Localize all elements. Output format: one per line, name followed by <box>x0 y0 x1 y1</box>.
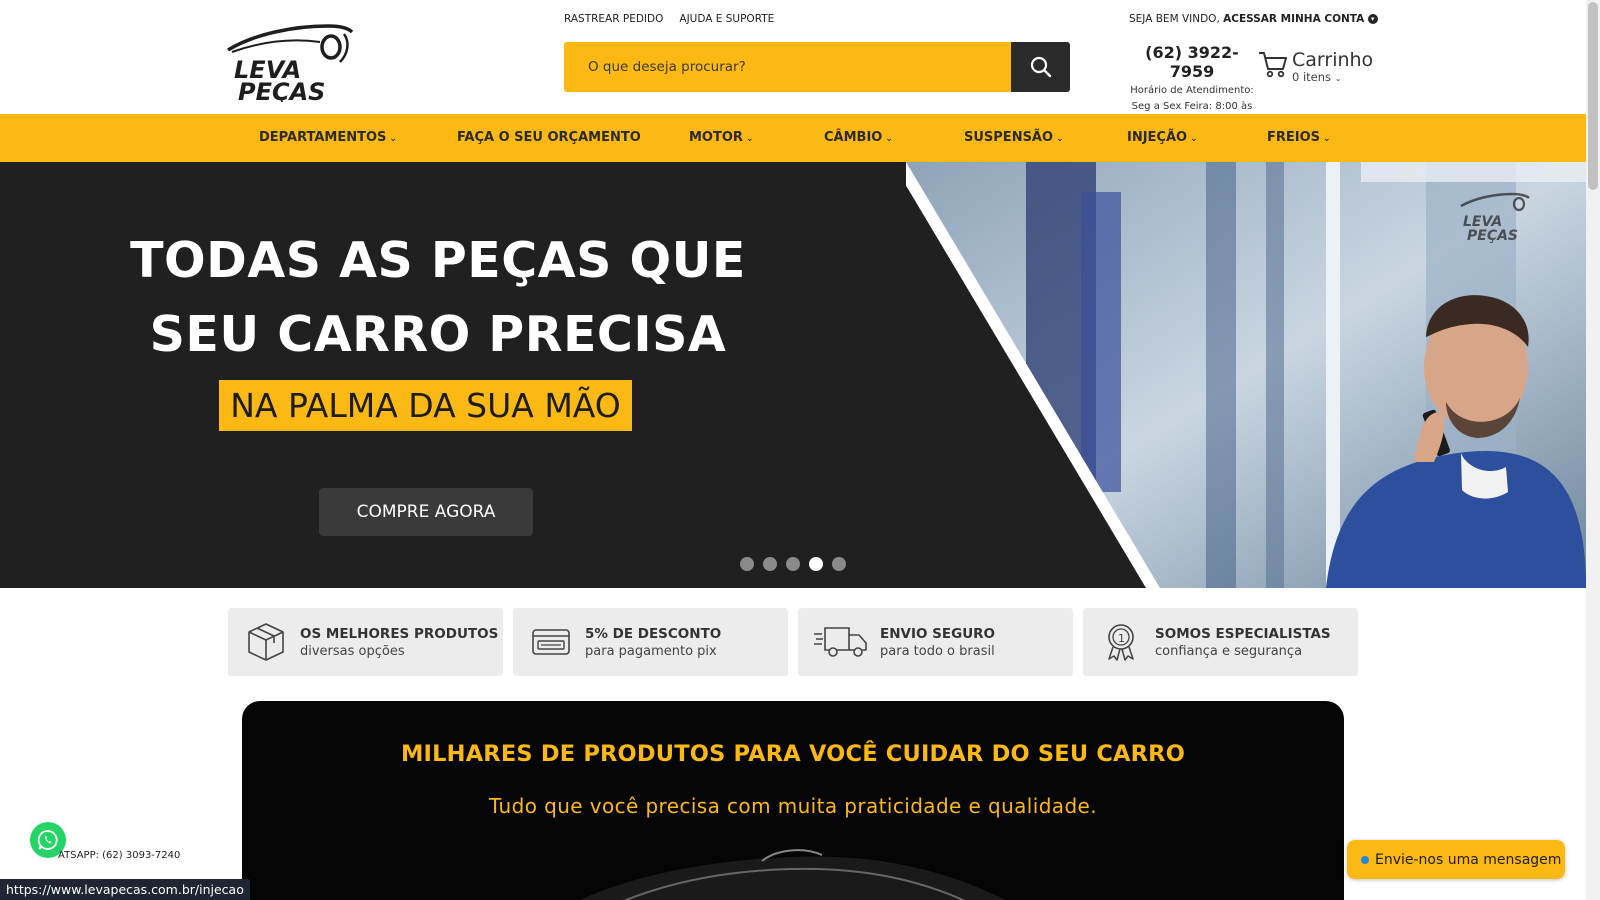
feature-title: 5% DE DESCONTO <box>585 625 722 642</box>
feature-card: ENVIO SEGURO para todo o brasil <box>798 608 1073 676</box>
feature-card: 1 SOMOS ESPECIALISTAS confiança e segura… <box>1083 608 1358 676</box>
feature-title: OS MELHORES PRODUTOS <box>300 625 499 642</box>
whatsapp-number: ATSAPP: (62) 3093-7240 <box>58 850 181 861</box>
truck-icon <box>814 627 867 657</box>
promo-subtitle: Tudo que você precisa com muita praticid… <box>488 794 1098 818</box>
chat-widget-button[interactable]: Envie-nos uma mensagem <box>1347 840 1565 879</box>
scrollbar-thumb[interactable] <box>1588 2 1598 190</box>
online-status-icon <box>1361 855 1369 864</box>
cart-label: Carrinho <box>1292 49 1374 71</box>
site-header: LEVA PEÇAS RASTREAR PEDIDO AJUDA E SUPOR… <box>0 0 1586 114</box>
cart-button[interactable]: Carrinho 0 itens ⌄ <box>1258 50 1373 84</box>
feature-title: ENVIO SEGURO <box>880 625 996 642</box>
track-order-link[interactable]: RASTREAR PEDIDO <box>564 13 663 25</box>
help-support-link[interactable]: AJUDA E SUPORTE <box>679 13 774 25</box>
feature-subtitle: diversas opções <box>300 643 405 659</box>
phone-number: (62) 3922-7959 <box>1145 43 1239 81</box>
nav-suspensao[interactable]: SUSPENSÃO ⌄ <box>964 114 1064 162</box>
feature-strip: OS MELHORES PRODUTOS diversas opções 5% … <box>228 608 1358 676</box>
feature-card: OS MELHORES PRODUTOS diversas opções <box>228 608 503 676</box>
top-links: RASTREAR PEDIDO AJUDA E SUPORTE <box>564 13 774 25</box>
feature-subtitle: para todo o brasil <box>880 643 995 659</box>
cart-count: 0 itens <box>1292 70 1332 84</box>
hero-banner[interactable]: LEVA PEÇAS TODAS AS PEÇAS QUE SEU CARRO … <box>0 162 1586 588</box>
chevron-down-icon: ⌄ <box>745 134 754 144</box>
whatsapp-icon <box>37 830 58 850</box>
welcome-text: SEJA BEM VINDO, ACESSAR MINHA CONTA ▾ <box>1129 13 1378 25</box>
contact-info: (62) 3922-7959 Horário de Atendimento: S… <box>1127 43 1257 115</box>
slider-dot-active[interactable] <box>809 557 823 571</box>
search-icon <box>1030 56 1051 78</box>
hours-line1: Horário de Atendimento: <box>1130 85 1254 96</box>
chevron-down-icon: ⌄ <box>389 134 397 144</box>
nav-cambio[interactable]: CÂMBIO ⌄ <box>824 114 893 162</box>
shop-now-button[interactable]: COMPRE AGORA <box>319 488 533 536</box>
search-input[interactable] <box>564 42 1011 92</box>
chevron-down-icon: ⌄ <box>1056 134 1064 144</box>
feature-subtitle: confiança e segurança <box>1155 643 1303 659</box>
chevron-down-icon: ⌄ <box>1190 134 1198 144</box>
feature-subtitle: para pagamento pix <box>585 643 717 659</box>
search-bar <box>564 42 1070 92</box>
chat-label: Envie-nos uma mensagem <box>1375 851 1562 868</box>
chevron-down-icon: ⌄ <box>885 134 893 144</box>
svg-text:1: 1 <box>1118 632 1125 645</box>
page-scrollbar[interactable] <box>1586 0 1600 900</box>
promo-title: MILHARES DE PRODUTOS PARA VOCÊ CUIDAR DO… <box>400 741 1186 767</box>
car-silhouette <box>580 849 1006 900</box>
svg-text:PEÇAS: PEÇAS <box>1467 228 1518 244</box>
slider-dots <box>740 557 846 571</box>
hero-photo: LEVA PEÇAS <box>906 162 1586 588</box>
promo-section: MILHARES DE PRODUTOS PARA VOCÊ CUIDAR DO… <box>242 701 1344 900</box>
chevron-down-icon: ⌄ <box>1323 134 1331 144</box>
hero-title: TODAS AS PEÇAS QUE SEU CARRO PRECISA <box>128 224 748 372</box>
hero-title-line2: SEU CARRO PRECISA <box>149 306 727 363</box>
hours-line2: Seg a Sex Feira: 8:00 às <box>1131 101 1253 112</box>
hero-title-line1: TODAS AS PEÇAS QUE <box>130 232 746 289</box>
feature-title: SOMOS ESPECIALISTAS <box>1155 625 1331 642</box>
slider-dot[interactable] <box>740 557 754 571</box>
slider-dot[interactable] <box>763 557 777 571</box>
card-icon <box>532 629 570 655</box>
nav-freios[interactable]: FREIOS ⌄ <box>1267 114 1331 162</box>
search-button[interactable] <box>1011 42 1070 92</box>
site-logo[interactable]: LEVA PEÇAS <box>224 20 356 106</box>
box-icon <box>248 623 284 661</box>
feature-card: 5% DE DESCONTO para pagamento pix <box>513 608 788 676</box>
status-url: https://www.levapecas.com.br/injecao <box>0 879 250 900</box>
welcome-prefix: SEJA BEM VINDO, <box>1129 13 1220 25</box>
nav-injecao[interactable]: INJEÇÃO ⌄ <box>1127 114 1198 162</box>
chevron-down-icon: ⌄ <box>1334 74 1342 83</box>
nav-motor[interactable]: MOTOR ⌄ <box>689 114 753 162</box>
nav-departamentos[interactable]: DEPARTAMENTOS ⌄ <box>259 114 397 162</box>
chevron-circle-icon[interactable]: ▾ <box>1367 14 1378 24</box>
hero-tagline: NA PALMA DA SUA MÃO <box>219 380 632 431</box>
slider-dot[interactable] <box>786 557 800 571</box>
main-nav: DEPARTAMENTOS ⌄ FAÇA O SEU ORÇAMENTO MOTO… <box>0 114 1586 162</box>
medal-icon: 1 <box>1108 624 1134 661</box>
nav-orcamento[interactable]: FAÇA O SEU ORÇAMENTO <box>457 114 641 162</box>
cart-icon <box>1259 52 1287 78</box>
account-link[interactable]: ACESSAR MINHA CONTA <box>1223 13 1364 25</box>
svg-text:PEÇAS: PEÇAS <box>238 78 325 102</box>
slider-dot[interactable] <box>832 557 846 571</box>
